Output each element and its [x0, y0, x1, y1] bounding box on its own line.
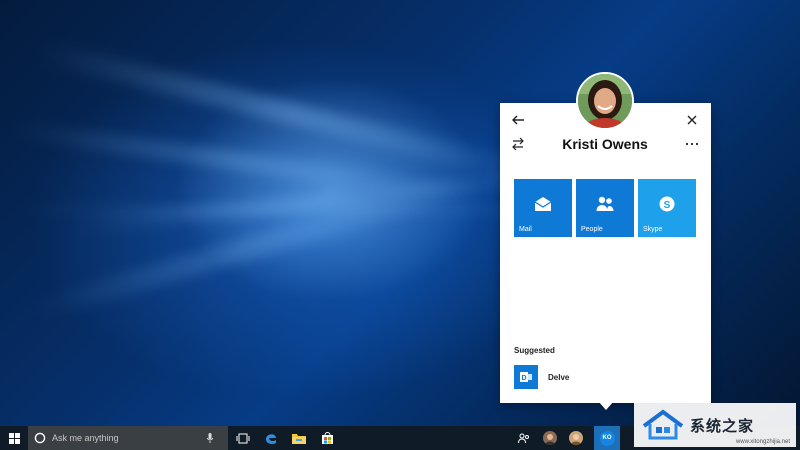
search-box[interactable] — [28, 426, 228, 450]
close-button[interactable] — [682, 110, 702, 130]
skype-tile[interactable]: S Skype — [638, 179, 696, 237]
delve-icon: D — [514, 365, 538, 389]
store-icon — [321, 431, 333, 444]
people-tile-label: People — [581, 226, 603, 233]
watermark-text: 系统之家 — [690, 417, 755, 435]
delve-label: Delve — [548, 372, 570, 382]
file-explorer-button[interactable] — [288, 426, 310, 450]
start-button[interactable] — [0, 426, 28, 450]
windows-start-icon — [8, 432, 20, 444]
contact-avatar — [576, 72, 634, 130]
search-input[interactable] — [52, 433, 202, 443]
microphone-icon[interactable] — [206, 432, 214, 444]
contact-photo-icon — [578, 74, 632, 128]
ko-initials: KO — [599, 430, 615, 446]
light-beam — [26, 173, 476, 322]
watermark-url: www.xitongzhijia.net — [735, 439, 790, 445]
ellipsis-icon — [685, 142, 699, 146]
contact-avatar — [569, 431, 583, 445]
task-view-button[interactable] — [232, 426, 254, 450]
suggested-app-delve[interactable]: D Delve — [514, 365, 569, 389]
card-pointer — [598, 401, 614, 410]
mail-tile[interactable]: Mail — [514, 179, 572, 237]
back-arrow-icon — [512, 115, 524, 125]
mail-icon — [534, 197, 552, 211]
people-tile[interactable]: People — [576, 179, 634, 237]
people-icon — [518, 433, 529, 443]
close-icon — [687, 115, 697, 125]
edge-icon — [266, 434, 276, 444]
swap-icon — [512, 137, 524, 151]
svg-text:S: S — [664, 200, 671, 211]
back-button[interactable] — [508, 110, 528, 130]
svg-text:D: D — [521, 375, 526, 382]
pinned-contact-ko-button[interactable]: KO — [594, 426, 620, 450]
cortana-icon — [34, 432, 46, 444]
house-logo-icon — [642, 409, 684, 440]
contact-name: Kristi Owens — [562, 136, 648, 152]
people-taskbar-button[interactable] — [514, 426, 534, 450]
pinned-contact-2[interactable] — [566, 426, 586, 450]
suggested-heading: Suggested — [514, 346, 555, 355]
switch-contact-button[interactable] — [508, 134, 528, 154]
task-view-icon — [236, 433, 250, 443]
site-watermark: 系统之家 www.xitongzhijia.net — [634, 403, 796, 447]
edge-button[interactable] — [260, 426, 282, 450]
contact-avatar — [543, 431, 557, 445]
file-explorer-icon — [292, 433, 306, 444]
app-tiles: Mail People S Skype — [514, 179, 696, 237]
people-icon — [596, 196, 614, 211]
pinned-contact-1[interactable] — [540, 426, 560, 450]
mail-tile-label: Mail — [519, 226, 532, 233]
skype-icon: S — [659, 196, 675, 212]
store-button[interactable] — [316, 426, 338, 450]
skype-tile-label: Skype — [643, 226, 663, 233]
more-options-button[interactable] — [682, 134, 702, 154]
